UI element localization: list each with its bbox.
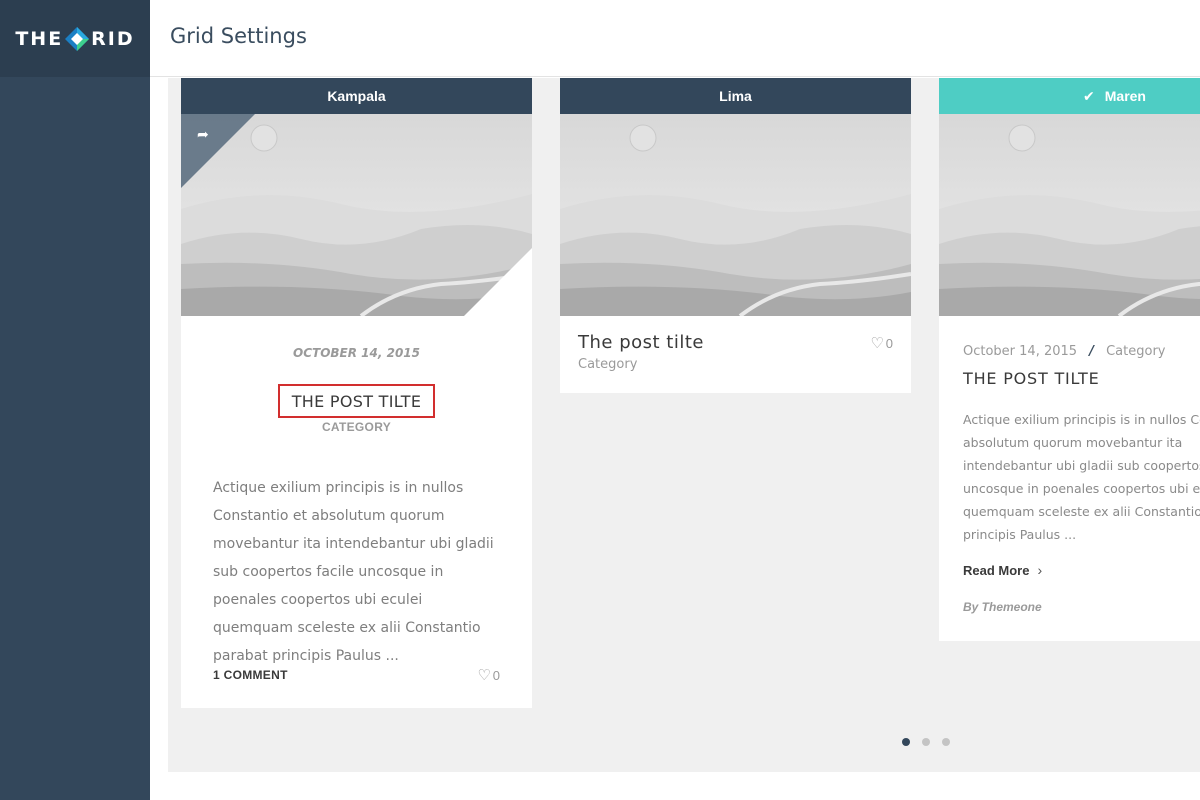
top-header: Grid Settings [150, 0, 1200, 77]
excerpt-line: principis Paulus ... [963, 527, 1077, 542]
pagination-dot-1[interactable] [902, 738, 910, 746]
card-skin-header[interactable]: Kampala [181, 78, 532, 114]
carousel-pagination [902, 738, 950, 746]
landscape-image [560, 114, 911, 316]
logo-text-right: RID [91, 27, 135, 50]
grid-card-maren: ✔ Maren October 14, 2015 / Category THE … [939, 78, 1200, 641]
post-title[interactable]: THE POST TILTE [963, 369, 1200, 388]
card-skin-name: Kampala [327, 88, 386, 104]
like-count: 0 [885, 335, 893, 351]
post-date: OCTOBER 14, 2015 [293, 346, 420, 360]
heart-icon: ♡ [870, 335, 884, 352]
card-skin-name: Lima [719, 88, 752, 104]
check-icon: ✔ [1083, 87, 1095, 104]
heart-icon: ♡ [477, 667, 491, 684]
post-meta: October 14, 2015 / Category [963, 344, 1200, 359]
read-more-label: Read More [963, 562, 1030, 578]
card-skin-header-selected[interactable]: ✔ Maren [939, 78, 1200, 114]
chevron-right-icon: › [1037, 562, 1043, 578]
pagination-dot-2[interactable] [922, 738, 930, 746]
post-category[interactable]: Category [578, 357, 893, 372]
brand-logo[interactable]: THE RID [15, 26, 134, 52]
post-date: October 14, 2015 [963, 344, 1078, 359]
card-thumbnail [560, 114, 911, 316]
excerpt-line: Actique exilium principis is in nullos C… [963, 412, 1200, 427]
excerpt-line: uncosque in poenales coopertos ubi ec [963, 481, 1200, 496]
meta-separator: / [1089, 344, 1094, 359]
grid-preview-area: Kampala ➦ OCTOBER 14, 2015 THE POST TILT… [168, 78, 1200, 772]
grid-card-kampala: Kampala ➦ OCTOBER 14, 2015 THE POST TILT… [181, 78, 532, 708]
comments-link[interactable]: 1 COMMENT [213, 668, 288, 682]
post-category[interactable]: Category [1106, 344, 1165, 359]
post-category[interactable]: CATEGORY [181, 420, 532, 434]
grid-card-lima: Lima The post tilte Category ♡ 0 [560, 78, 911, 393]
sidebar [0, 0, 150, 800]
card-skin-header[interactable]: Lima [560, 78, 911, 114]
post-title[interactable]: THE POST TILTE [277, 384, 436, 418]
card-thumbnail [939, 114, 1200, 316]
excerpt-line: absolutum quorum movebantur ita [963, 435, 1183, 450]
fold-corner [464, 248, 532, 316]
read-more-link[interactable]: Read More › [963, 562, 1200, 578]
page-title: Grid Settings [170, 24, 307, 48]
logo-text-left: THE [15, 27, 64, 50]
post-title[interactable]: The post tilte [578, 332, 893, 353]
like-button[interactable]: ♡ 0 [870, 334, 893, 352]
pagination-dot-3[interactable] [942, 738, 950, 746]
like-button[interactable]: ♡ 0 [477, 666, 500, 684]
post-excerpt: Actique exilium principis is in nullos C… [963, 408, 1200, 546]
share-corner [181, 114, 255, 188]
logo-bar: THE RID [0, 0, 150, 77]
like-count: 0 [492, 667, 500, 683]
post-excerpt: Actique exilium principis is in nullos C… [213, 480, 494, 664]
logo-mark-icon [65, 26, 90, 51]
card-thumbnail: ➦ [181, 114, 532, 316]
excerpt-line: quemquam sceleste ex alii Constantio p [963, 504, 1200, 519]
share-icon[interactable]: ➦ [197, 126, 209, 143]
post-author[interactable]: By Themeone [963, 600, 1200, 614]
landscape-image [939, 114, 1200, 316]
excerpt-line: intendebantur ubi gladii sub coopertos [963, 458, 1200, 473]
card-skin-name: Maren [1104, 88, 1146, 104]
